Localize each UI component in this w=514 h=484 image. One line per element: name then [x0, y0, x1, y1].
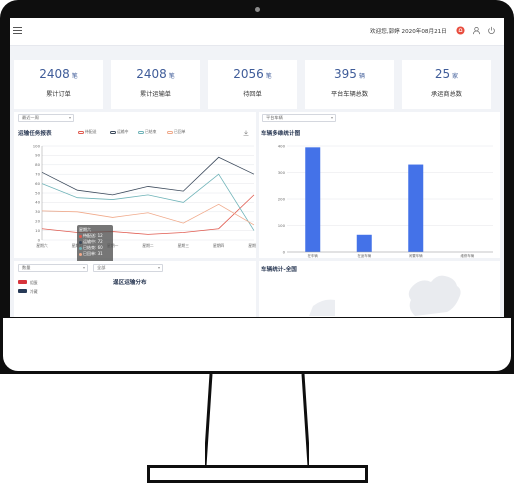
stat-label: 累计运输单: [140, 91, 171, 98]
y-tick-label: 300: [278, 170, 286, 175]
stat-value: 2056: [233, 67, 264, 81]
x-tick-label: 星期六: [36, 243, 48, 248]
chevron-down-icon: [83, 267, 85, 269]
stat-card-pending-receipt: 2056 笔 待回单: [208, 60, 297, 109]
vehicle-bar-chart: 0 100 200 300 400 在车辆 在途车辆 闲置车辆 维修车辆: [278, 143, 493, 258]
y-tick-label: 10: [35, 228, 40, 233]
stat-label: 平台车辆总数: [330, 91, 369, 98]
stat-card-orders: 2408 笔 累计订单: [14, 60, 103, 109]
camera-dot: [255, 7, 260, 12]
metric-select-value: 数量: [22, 265, 31, 270]
welcome-text: 欢迎您,郭婷 2020年08月21日: [370, 29, 447, 35]
series-line: [41, 203, 255, 226]
stat-card-carriers: 25 家 承运商总数: [402, 60, 491, 109]
metric-select[interactable]: 数量: [18, 264, 88, 272]
stat-unit: 笔: [168, 73, 175, 80]
legend-transit[interactable]: 运输中: [110, 129, 128, 135]
bar: [305, 147, 321, 252]
stat-unit: 家: [452, 73, 459, 80]
bar: [356, 234, 372, 252]
tooltip-row: 已回单: 31: [79, 251, 111, 257]
legend-label: 冷藏: [30, 289, 38, 294]
task-line-chart: 0102030405060708090100星期六星期日星期一星期二星期三星期四…: [33, 143, 256, 248]
x-tick-label: 星期五: [248, 243, 256, 248]
task-report-title: 运输任务报表: [18, 131, 52, 137]
vehicle-select[interactable]: 平台车辆: [262, 114, 336, 122]
y-tick-label: 60: [35, 181, 40, 186]
x-tick-label: 星期四: [213, 243, 225, 248]
chevron-down-icon: [69, 117, 71, 119]
region-filter-value: 全部: [97, 265, 106, 270]
y-tick-label: 100: [278, 223, 286, 228]
y-tick-label: 200: [278, 196, 286, 201]
stat-value: 2408: [39, 67, 70, 81]
x-tick-label: 闲置车辆: [409, 253, 423, 258]
bar: [408, 164, 424, 252]
series-line: [41, 194, 255, 235]
region-filter-select[interactable]: 全部: [93, 264, 163, 272]
legend-pending[interactable]: 待配送: [78, 129, 96, 135]
china-map-graphic: [309, 275, 461, 316]
x-tick-label: 维修车辆: [460, 253, 474, 258]
stat-unit: 辆: [358, 73, 365, 80]
y-tick-label: 50: [35, 190, 40, 195]
stat-value: 25: [434, 67, 451, 81]
legend-returned[interactable]: 已回单: [167, 129, 185, 135]
stat-label: 待回单: [243, 91, 262, 98]
y-tick-label: 0: [38, 237, 41, 242]
stat-value: 2408: [136, 67, 167, 81]
legend-swatch-red: [18, 280, 27, 284]
x-tick-label: 星期三: [178, 243, 190, 248]
chevron-down-icon: [158, 267, 160, 269]
vehicle-stats-title: 车辆多维统计图: [261, 131, 301, 137]
chart-tooltip: 星期六 待配送: 12 运输中: 72 已结束: 60 已回单: 31: [77, 225, 113, 265]
x-tick-label: 星期二: [142, 243, 154, 248]
series-line: [41, 156, 255, 196]
y-tick-label: 400: [278, 143, 286, 148]
y-tick-label: 0: [283, 249, 286, 254]
menu-icon[interactable]: [13, 27, 22, 36]
monitor-base: [147, 465, 368, 483]
stat-card-vehicles: 395 辆 平台车辆总数: [305, 60, 394, 109]
dashboard-screen: 欢迎您,郭婷 2020年08月21日 2408 笔 累计订单 2408 笔 累计运输…: [10, 18, 504, 317]
monitor-stand: [205, 374, 309, 466]
region-title: 逞区运输分布: [113, 280, 147, 286]
y-tick-label: 20: [35, 219, 40, 224]
fleet-title: 车辆统计-全国: [261, 267, 297, 273]
power-icon[interactable]: [487, 26, 496, 35]
notification-icon[interactable]: [456, 26, 465, 35]
legend-label: 组蛋: [30, 280, 38, 285]
period-select-value: 最近一周: [22, 115, 39, 120]
legend-done[interactable]: 已结束: [138, 129, 156, 135]
y-tick-label: 80: [35, 162, 40, 167]
monitor: 欢迎您,郭婷 2020年08月21日 2408 笔 累计订单 2408 笔 累计运输…: [0, 0, 514, 484]
monitor-chin: [0, 318, 514, 374]
stat-label: 累计订单: [46, 91, 71, 98]
y-tick-label: 30: [35, 209, 40, 214]
stat-unit: 笔: [265, 73, 272, 80]
y-tick-label: 40: [35, 200, 40, 205]
stat-value: 395: [334, 67, 357, 81]
user-icon[interactable]: [472, 26, 481, 35]
stat-label: 承运商总数: [431, 91, 462, 98]
chevron-down-icon: [331, 117, 333, 119]
stat-unit: 笔: [71, 73, 78, 80]
legend-swatch-navy: [18, 289, 27, 293]
top-bar: 欢迎您,郭婷 2020年08月21日: [10, 18, 504, 46]
y-tick-label: 90: [35, 153, 40, 158]
x-tick-label: 在途车辆: [357, 253, 371, 258]
y-tick-label: 100: [33, 143, 41, 148]
period-select[interactable]: 最近一周: [18, 114, 74, 122]
download-icon[interactable]: [243, 130, 249, 136]
y-tick-label: 70: [35, 172, 40, 177]
stat-card-transport: 2408 笔 累计运输单: [111, 60, 200, 109]
vehicle-select-value: 平台车辆: [266, 115, 283, 120]
x-tick-label: 在车辆: [308, 253, 319, 258]
